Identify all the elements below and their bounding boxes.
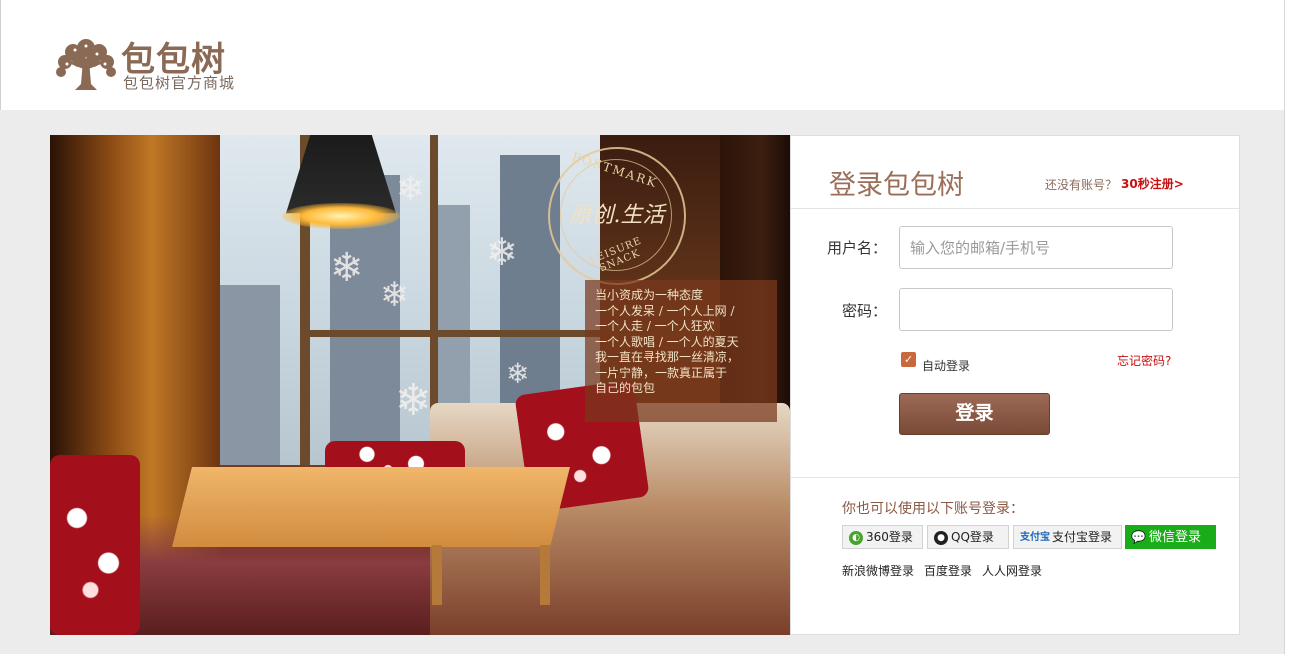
auto-login-label: 自动登录 [922, 359, 971, 373]
snowflake-icon: ❄ [380, 275, 409, 315]
building [220, 285, 280, 465]
alipay-icon: 支付宝 [1020, 531, 1050, 543]
login-qq-label: QQ登录 [951, 530, 994, 544]
alt-login-title: 你也可以使用以下账号登录： [842, 501, 1024, 517]
poem-box: 当小资成为一种态度 一个人发呆 / 一个人上网 / 一个人走 / 一个人狂欢 一… [585, 280, 777, 422]
login-title: 登录包包树 [829, 170, 964, 201]
register-link[interactable]: 30秒注册> [1121, 175, 1184, 192]
username-input[interactable] [899, 226, 1173, 269]
table-leg [540, 545, 550, 605]
window-frame [300, 330, 600, 337]
login-qq-button[interactable]: ● QQ登录 [927, 525, 1009, 549]
coffee-table [172, 467, 570, 547]
snowflake-icon: ❄ [395, 375, 432, 426]
baidu-login-link[interactable]: 百度登录 [924, 562, 972, 579]
snowflake-icon: ❄ [330, 245, 364, 291]
username-label: 用户名： [826, 239, 887, 257]
poem-line: 自己的包包 [595, 381, 656, 395]
login-360-button[interactable]: ◐ 360登录 [842, 525, 923, 549]
wechat-icon: 💬 [1131, 530, 1146, 544]
forgot-password-link[interactable]: 忘记密码? [1117, 352, 1171, 369]
snowflake-icon: ❄ [486, 230, 518, 274]
weibo-login-link[interactable]: 新浪微博登录 [842, 562, 914, 579]
poem-line: 一片宁静，一款真正属于 [595, 365, 728, 380]
360-icon: ◐ [849, 530, 863, 545]
poem-line: 当小资成为一种态度 [595, 288, 704, 302]
table-leg [432, 545, 442, 605]
logo[interactable]: 包包树 包包树官方商城 [53, 34, 273, 92]
snowflake-icon: ❄ [506, 357, 530, 390]
qq-penguin-icon: ● [934, 530, 948, 545]
login-wechat-label: 微信登录 [1149, 530, 1202, 545]
password-label: 密码： [841, 302, 887, 320]
login-button[interactable]: 登录 [899, 393, 1050, 435]
snowflake-icon: ❄ [396, 169, 425, 209]
login-alipay-label: 支付宝登录 [1052, 530, 1113, 544]
poem-line: 我一直在寻找那一丝清凉， [595, 350, 740, 364]
register-hint: 还没有账号？ [1045, 178, 1118, 192]
login-alipay-button[interactable]: 支付宝 支付宝登录 [1013, 525, 1122, 549]
hero-image: ❄ ❄ ❄ ❄ ❄ ❄ POSTMARK 原创.生活 LEISURE SNACK… [50, 135, 790, 635]
poem-line: 一个人发呆 / 一个人上网 / [595, 303, 735, 318]
auto-login-checkbox[interactable]: ✓ [901, 352, 916, 367]
login-header: 登录包包树 还没有账号？ 30秒注册> [791, 136, 1239, 209]
renren-login-link[interactable]: 人人网登录 [982, 562, 1042, 579]
stamp-main-text: 原创.生活 [569, 203, 665, 228]
login-panel: 登录包包树 还没有账号？ 30秒注册> 用户名： 密码： ✓ 自动登录 忘记密码… [790, 135, 1240, 635]
poem-line: 一个人走 / 一个人狂欢 [595, 319, 715, 333]
cushion [50, 455, 140, 635]
scrollbar[interactable] [1284, 0, 1291, 654]
brand-subtitle: 包包树官方商城 [123, 74, 236, 92]
postmark-stamp: POSTMARK 原创.生活 LEISURE SNACK [548, 147, 686, 285]
password-input[interactable] [899, 288, 1173, 331]
tree-logo-icon [56, 39, 116, 90]
divider [791, 477, 1239, 478]
header: 包包树 包包树官方商城 [0, 0, 1291, 110]
login-wechat-button[interactable]: 💬 微信登录 [1125, 525, 1216, 549]
lamp-glow [282, 203, 400, 229]
login-360-label: 360登录 [866, 530, 913, 544]
poem-line: 一个人歌唱 / 一个人的夏天 [595, 334, 739, 349]
